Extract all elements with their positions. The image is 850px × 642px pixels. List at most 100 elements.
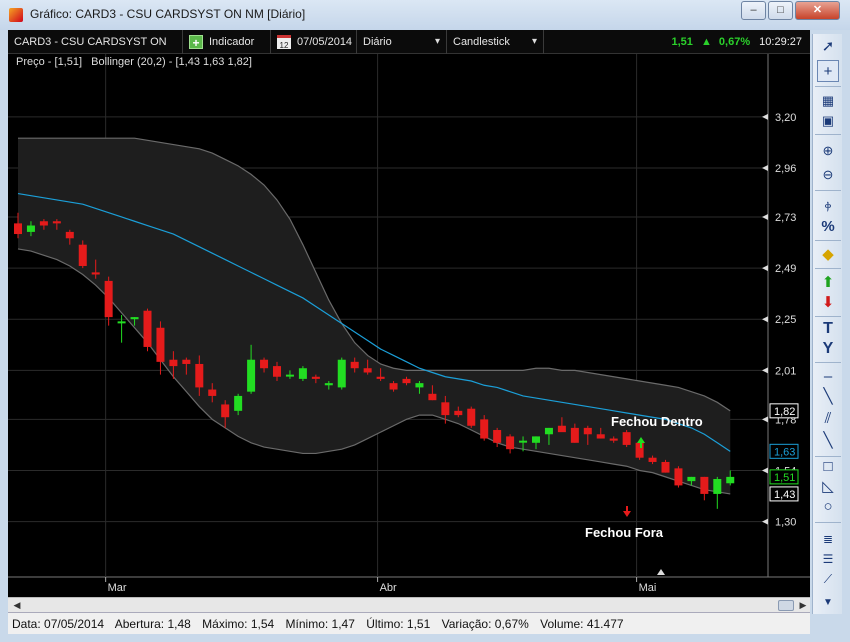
align-icon[interactable]: ≣ [817,528,839,550]
y-tick-marker [762,213,768,220]
lines-icon[interactable]: ☰ [817,548,839,570]
candlestick-chart[interactable]: 3,202,962,732,492,252,011,781,541,30MarA… [8,54,810,597]
status-date: Data: 07/05/2014 [12,617,105,631]
diagonal-line-icon[interactable]: ╲ [817,386,839,408]
x-tick-label: Abr [380,582,397,594]
candle-body [402,378,411,384]
sell-arrow-icon[interactable]: ⬇ [817,292,839,314]
horizontal-line-icon[interactable]: – [817,366,839,388]
y-tick-marker [762,265,768,272]
candle-body [143,310,152,347]
chart-area[interactable]: 3,202,962,732,492,252,011,781,541,30MarA… [8,54,810,597]
candle-body [467,408,476,426]
status-open: Abertura: 1,48 [114,617,191,631]
candle-body [169,359,178,367]
fibonacci-icon[interactable]: ⲫ [817,194,839,216]
candle-body [91,272,100,275]
legend-bollinger: Bollinger (20,2) - [1,43 1,63 1,82] [91,56,252,68]
candle-body [104,280,113,318]
window-titlebar: Gráfico: CARD3 - CSU CARDSYST ON NM [Diá… [0,0,850,30]
zoom-in-icon[interactable]: ⊕ [817,140,839,162]
candle-body [260,359,269,369]
ellipse-icon[interactable]: ○ [817,496,839,518]
parallel-lines-icon[interactable]: ⫽ [817,408,839,430]
close-button[interactable]: ✕ [795,1,840,20]
candle-body [273,366,281,377]
status-low: Mínimo: 1,47 [285,617,355,631]
candle-body [156,327,165,362]
candle-body [700,476,709,494]
eraser-icon[interactable]: ◆ [817,244,839,266]
candle-body [428,393,437,401]
percent-icon[interactable]: % [817,216,839,238]
candle-body [52,221,61,224]
table-icon[interactable]: ▦ [817,90,839,112]
rectangle-icon[interactable]: □ [817,456,839,478]
candle-body [583,427,592,435]
candle-body [674,468,683,486]
chart-type-dropdown[interactable]: Candlestick [447,30,544,54]
period-dropdown[interactable]: Diário [357,30,447,54]
y-tick-label: 3,20 [775,112,796,124]
candle-body [208,389,217,396]
price-tag-label: 1,51 [774,472,795,484]
triangle-icon[interactable]: ◺ [817,476,839,498]
y-tick-label: 2,25 [775,314,796,326]
candle-body [182,359,191,364]
candle-body [247,359,256,392]
candle-body [635,442,644,458]
toolbar-divider [815,240,841,241]
maximize-button[interactable]: □ [768,1,793,20]
y-tick-marker [762,164,768,171]
candle-body [609,438,618,441]
candle-body [350,361,359,369]
fan-icon[interactable]: ⟋ [817,568,839,590]
scroll-left-icon[interactable]: ◀ [10,599,24,612]
candle-body [544,427,553,435]
candle-body [726,476,735,484]
candle-body [363,368,372,373]
y-tick-marker [762,467,768,474]
channel-icon[interactable]: ╲ [817,430,839,452]
buy-arrow-icon[interactable]: ⬆ [817,272,839,294]
zoom-out-icon[interactable]: ⊖ [817,164,839,186]
save-icon[interactable]: ▣ [817,110,839,132]
status-variation: Variação: 0,67% [441,617,529,631]
candle-body [570,427,579,443]
candle-body [311,376,320,379]
minimize-button[interactable]: – [741,1,766,20]
text-icon[interactable]: T [817,318,839,340]
crosshair-icon[interactable]: + [817,60,839,82]
scroll-thumb[interactable] [778,600,794,611]
toolbar-divider [815,190,841,191]
x-tick-label: Mar [108,582,127,594]
candle-body [234,395,243,411]
y-text-icon[interactable]: Y [817,338,839,360]
price-tag-label: 1,63 [774,446,795,458]
date-picker[interactable]: 12 07/05/2014 [271,30,357,54]
toolbar-divider [815,316,841,317]
indicator-button[interactable]: + Indicador [183,30,271,54]
candle-body [298,368,307,379]
candle-body [14,223,22,235]
status-volume: Volume: 41.477 [540,617,624,631]
date-value: 07/05/2014 [297,36,353,48]
add-indicator-icon: + [189,35,203,50]
toolbar-divider [815,86,841,87]
legend-price: Preço - [1,51] [16,56,83,68]
candle-body [687,476,696,482]
candle-body [389,383,398,390]
arrow-icon[interactable]: ➚ [817,36,839,58]
candle-body [596,434,605,439]
symbol-field[interactable]: CARD3 - CSU CARDSYST ON NM [8,30,183,72]
candle-body [415,383,424,388]
candle-body [480,419,489,439]
down-arrow-icon [623,506,631,517]
scroll-right-icon[interactable]: ▶ [796,599,810,612]
y-tick-marker [762,518,768,525]
candle-body [65,231,74,239]
scroll-down-icon[interactable]: ▼ [817,592,839,614]
status-bar: Data: 07/05/2014 Abertura: 1,48 Máximo: … [8,612,810,634]
chart-type-value: Candlestick [453,36,510,48]
horizontal-scrollbar[interactable]: ◀ ▶ [8,597,810,612]
